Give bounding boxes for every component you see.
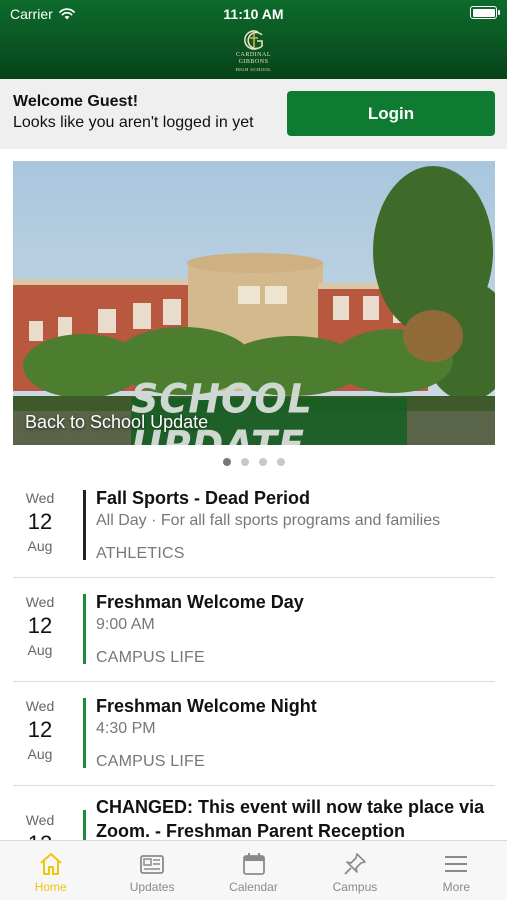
- tab-home[interactable]: Home: [0, 841, 101, 900]
- clock: 11:10 AM: [223, 6, 284, 22]
- event-category-bar: [83, 810, 86, 840]
- welcome-banner: Welcome Guest! Looks like you aren't log…: [0, 79, 507, 149]
- crest-icon: [243, 30, 263, 50]
- home-icon: [40, 853, 62, 875]
- event-category: CAMPUS LIFE: [96, 649, 205, 666]
- event-title: Freshman Welcome Day: [96, 592, 304, 612]
- tab-label: More: [442, 880, 470, 894]
- battery-icon: [470, 6, 500, 19]
- event-day: 12: [27, 613, 53, 638]
- tab-updates[interactable]: Updates: [101, 841, 202, 900]
- welcome-title: Welcome Guest!: [13, 93, 139, 110]
- event-date: Wed 12 Aug: [13, 490, 67, 554]
- event-time: All Day · For all fall sports programs a…: [96, 512, 441, 529]
- school-logo: CARDINAL GIBBONS HIGH SCHOOL: [0, 28, 507, 73]
- event-day: 12: [27, 509, 53, 534]
- pagination-dot[interactable]: [276, 458, 285, 466]
- event-category-bar: [83, 698, 86, 768]
- event-month: Aug: [27, 642, 53, 658]
- tab-label: Campus: [332, 880, 378, 894]
- tab-calendar[interactable]: Calendar: [203, 841, 304, 900]
- event-item[interactable]: Wed 12 Aug Freshman Welcome Night 4:30 P…: [13, 682, 495, 786]
- event-category: ATHLETICS: [96, 545, 185, 562]
- slide-caption: Back to School Update: [25, 412, 209, 432]
- event-date: Wed 12 Aug: [13, 698, 67, 762]
- event-title: Fall Sports - Dead Period: [96, 488, 311, 508]
- event-title: CHANGED: This event will now take place …: [96, 797, 485, 840]
- login-button[interactable]: Login: [287, 91, 495, 136]
- event-month: Aug: [27, 538, 53, 554]
- pagination-dot[interactable]: [258, 458, 267, 466]
- pin-icon: [344, 853, 366, 875]
- logo-line-2: GIBBONS: [238, 59, 269, 65]
- tab-label: Home: [34, 880, 67, 894]
- tab-bar: Home Updates Calendar Campus More: [0, 840, 507, 900]
- event-date: Wed 12 Aug: [13, 594, 67, 658]
- event-weekday: Wed: [25, 490, 55, 506]
- tab-label: Updates: [129, 880, 175, 894]
- calendar-icon: [242, 853, 265, 875]
- event-category: CAMPUS LIFE: [96, 753, 205, 770]
- tab-label: Calendar: [229, 880, 278, 894]
- menu-icon: [445, 856, 468, 872]
- event-category-bar: [83, 490, 86, 560]
- tab-campus[interactable]: Campus: [304, 841, 405, 900]
- tab-more[interactable]: More: [406, 841, 507, 900]
- logo-line-3: HIGH SCHOOL: [235, 67, 272, 72]
- event-category-bar: [83, 594, 86, 664]
- carousel-pagination[interactable]: [0, 458, 507, 466]
- event-item[interactable]: Wed 12 Aug Fall Sports - Dead Period All…: [13, 474, 495, 578]
- event-weekday: Wed: [25, 812, 55, 828]
- logo-line-1: CARDINAL: [236, 52, 271, 58]
- event-day: 12: [13, 831, 67, 840]
- newspaper-icon: [140, 855, 165, 874]
- status-bar: Carrier 11:10 AM: [0, 0, 507, 28]
- event-title: Freshman Welcome Night: [96, 696, 317, 716]
- event-day: 12: [27, 717, 53, 742]
- pagination-dot[interactable]: [240, 458, 249, 466]
- event-weekday: Wed: [25, 698, 55, 714]
- event-date: Wed 12: [13, 812, 67, 840]
- event-time: 4:30 PM: [96, 720, 156, 737]
- app-header: Carrier 11:10 AM CARDINAL GIBBONS HIGH S…: [0, 0, 507, 79]
- pagination-dot[interactable]: [222, 458, 231, 466]
- event-item[interactable]: Wed 12 Aug Freshman Welcome Day 9:00 AM …: [13, 578, 495, 682]
- event-month: Aug: [27, 746, 53, 762]
- welcome-subtitle: Looks like you aren't logged in yet: [13, 114, 254, 131]
- news-carousel[interactable]: SCHOOL UPDATE Back to School Update: [13, 161, 495, 445]
- event-weekday: Wed: [25, 594, 55, 610]
- event-time: 9:00 AM: [96, 616, 155, 633]
- event-item[interactable]: Wed 12 CHANGED: This event will now take…: [13, 786, 495, 840]
